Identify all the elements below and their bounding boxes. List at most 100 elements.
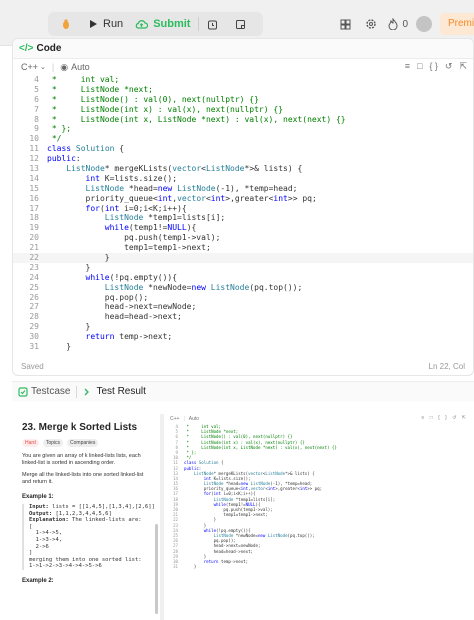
code-line[interactable]: 29 } xyxy=(13,322,473,332)
tab-test-result[interactable]: Test Result xyxy=(77,386,151,397)
timer-button[interactable] xyxy=(201,13,229,35)
code-line[interactable]: 23 } xyxy=(13,263,473,273)
streak-count: 0 xyxy=(402,18,408,30)
companies-chip[interactable]: Companies xyxy=(67,439,99,447)
code-line[interactable]: 19 while(temp1!=NULL){ xyxy=(13,223,473,233)
code-line[interactable]: 12 public: xyxy=(13,154,473,164)
code-line[interactable]: 22 } xyxy=(13,253,473,263)
code-line[interactable]: 18 ListNode *temp1=lists[i]; xyxy=(13,213,473,223)
line-source: while(!pq.empty()){ xyxy=(85,272,178,282)
topics-chip[interactable]: Topics xyxy=(42,439,64,447)
code-line[interactable]: 26 pq.pop(); xyxy=(13,293,473,303)
line-source: * ListNode(int x, ListNode *next) : val(… xyxy=(47,114,346,124)
line-number: 19 xyxy=(29,223,39,233)
scrollbar[interactable] xyxy=(155,524,158,614)
line-number: 21 xyxy=(29,243,39,253)
line-source: head->next=newNode; xyxy=(47,302,197,312)
code-line[interactable]: 24 while(!pq.empty()){ xyxy=(13,273,473,283)
alarm-clock-icon xyxy=(208,20,218,29)
problem-title: 23. Merge k Sorted Lists xyxy=(22,422,138,433)
language-select[interactable]: C++ xyxy=(21,62,38,72)
code-line[interactable]: 25 ListNode *newNode=new ListNode(pq.top… xyxy=(13,283,473,293)
run-button[interactable]: Run xyxy=(83,13,129,35)
braces-icon[interactable]: { } xyxy=(429,61,438,72)
submit-button[interactable]: Submit xyxy=(129,13,196,35)
line-source: for(int i=0;i<K;i++){ xyxy=(85,203,187,213)
mini-autocomplete-mode[interactable]: Auto xyxy=(189,416,199,422)
line-number: 30 xyxy=(29,332,39,342)
bookmark-icon[interactable]: □ xyxy=(417,61,422,72)
code-line[interactable]: 31 } xyxy=(13,342,473,352)
code-line[interactable]: 17 for(int i=0;i<K;i++){ xyxy=(13,204,473,214)
terminal-icon xyxy=(85,388,90,395)
problem-statement: You are given an array of k linked-lists… xyxy=(22,453,141,466)
line-source: } xyxy=(184,564,197,570)
line-source: } xyxy=(47,253,110,263)
editor-toolbar: C++ ⌄ | ◉ Auto ≡ □ { } ↺ ⇱ xyxy=(13,59,473,75)
line-number: 12 xyxy=(29,154,39,164)
line-source: int K=lists.size(); xyxy=(85,173,178,183)
debug-button[interactable] xyxy=(54,13,83,35)
code-editor[interactable]: 4 * int val; 5 * ListNode *next; 6 * ListN… xyxy=(13,75,473,351)
line-number: 31 xyxy=(173,564,178,570)
line-number: 18 xyxy=(29,213,39,223)
line-number: 31 xyxy=(29,342,39,352)
code-line[interactable]: 4 * int val; xyxy=(13,75,473,85)
code-line[interactable]: 10 */ xyxy=(13,134,473,144)
mini-language-select[interactable]: C++ xyxy=(170,416,179,422)
code-panel-header: </> Code xyxy=(13,39,473,59)
code-line[interactable]: 20 pq.push(temp1->val); xyxy=(13,233,473,243)
tab-testcase[interactable]: Testcase xyxy=(12,386,76,397)
code-line[interactable]: 15 ListNode *head=new ListNode(-1), *tem… xyxy=(13,184,473,194)
cursor-position: Ln 22, Col xyxy=(428,361,465,371)
line-source: while(temp1!=NULL){ xyxy=(104,223,197,233)
problem-tags: Hard Topics Companies xyxy=(22,439,150,447)
avatar[interactable] xyxy=(416,16,432,32)
code-line[interactable]: 9 * }; xyxy=(13,124,473,134)
line-source: class Solution { xyxy=(47,144,125,154)
line-number: 5 xyxy=(34,84,39,94)
line-source: */ xyxy=(47,134,62,144)
code-line[interactable]: 27 head->next=newNode; xyxy=(13,302,473,312)
code-line[interactable]: 31 } xyxy=(164,564,474,569)
example-1-body: Input: lists = [[1,4,5],[1,3,4],[2,6]] O… xyxy=(22,504,155,570)
reset-icon[interactable]: ↺ xyxy=(445,61,453,72)
tab-test-result-label: Test Result xyxy=(96,386,146,397)
code-line[interactable]: 8 * ListNode(int x, ListNode *next) : va… xyxy=(13,115,473,125)
chevron-down-icon: ⌄ xyxy=(40,64,46,71)
cloud-upload-icon xyxy=(135,20,149,29)
code-line[interactable]: 11 class Solution { xyxy=(13,144,473,154)
mini-code-panel: C++ | Auto ≡ □ { } ↺ ⇱ 4 * int val; 5 * L… xyxy=(164,414,474,620)
layout-button[interactable] xyxy=(333,13,357,35)
line-number: 25 xyxy=(29,282,39,292)
line-source: ListNode *temp1=lists[i]; xyxy=(104,213,226,223)
line-number: 14 xyxy=(29,173,39,183)
line-number: 4 xyxy=(34,75,39,84)
code-line[interactable]: 21 temp1=temp1->next; xyxy=(13,243,473,253)
editor-tools: ≡ □ { } ↺ ⇱ xyxy=(405,61,467,72)
code-line[interactable]: 13 ListNode* mergeKLists(vector<ListNode… xyxy=(13,164,473,174)
line-source: * }; xyxy=(47,124,72,134)
code-line[interactable]: 30 return temp->next; xyxy=(13,332,473,342)
code-line[interactable]: 5 * ListNode *next; xyxy=(13,85,473,95)
checkbox-icon xyxy=(18,386,28,397)
code-line[interactable]: 28 head=head->next; xyxy=(13,312,473,322)
streak-button[interactable] xyxy=(385,13,401,35)
notes-button[interactable] xyxy=(229,13,257,35)
code-line[interactable]: 14 int K=lists.size(); xyxy=(13,174,473,184)
line-source: } xyxy=(47,262,91,272)
expand-icon[interactable]: ⇱ xyxy=(459,61,467,72)
line-source: * ListNode() : val(0), next(nullptr) {} xyxy=(47,94,259,104)
line-number: 29 xyxy=(29,322,39,332)
notes-icon[interactable]: ≡ xyxy=(405,61,410,72)
top-right-controls: 0 Premium xyxy=(331,12,474,36)
code-line[interactable]: 16 priority_queue<int,vector<int>,greate… xyxy=(13,194,473,204)
settings-button[interactable] xyxy=(359,13,383,35)
problem-workspace-thumbnail: 23. Merge k Sorted Lists Hard Topics Com… xyxy=(12,414,474,620)
code-line[interactable]: 7 * ListNode(int x) : val(x), next(nullp… xyxy=(13,105,473,115)
line-source: } xyxy=(47,322,91,332)
autocomplete-mode[interactable]: Auto xyxy=(71,62,90,72)
run-submit-group: Run Submit xyxy=(48,12,264,36)
code-line[interactable]: 6 * ListNode() : val(0), next(nullptr) {… xyxy=(13,95,473,105)
premium-button[interactable]: Premium xyxy=(440,13,474,35)
